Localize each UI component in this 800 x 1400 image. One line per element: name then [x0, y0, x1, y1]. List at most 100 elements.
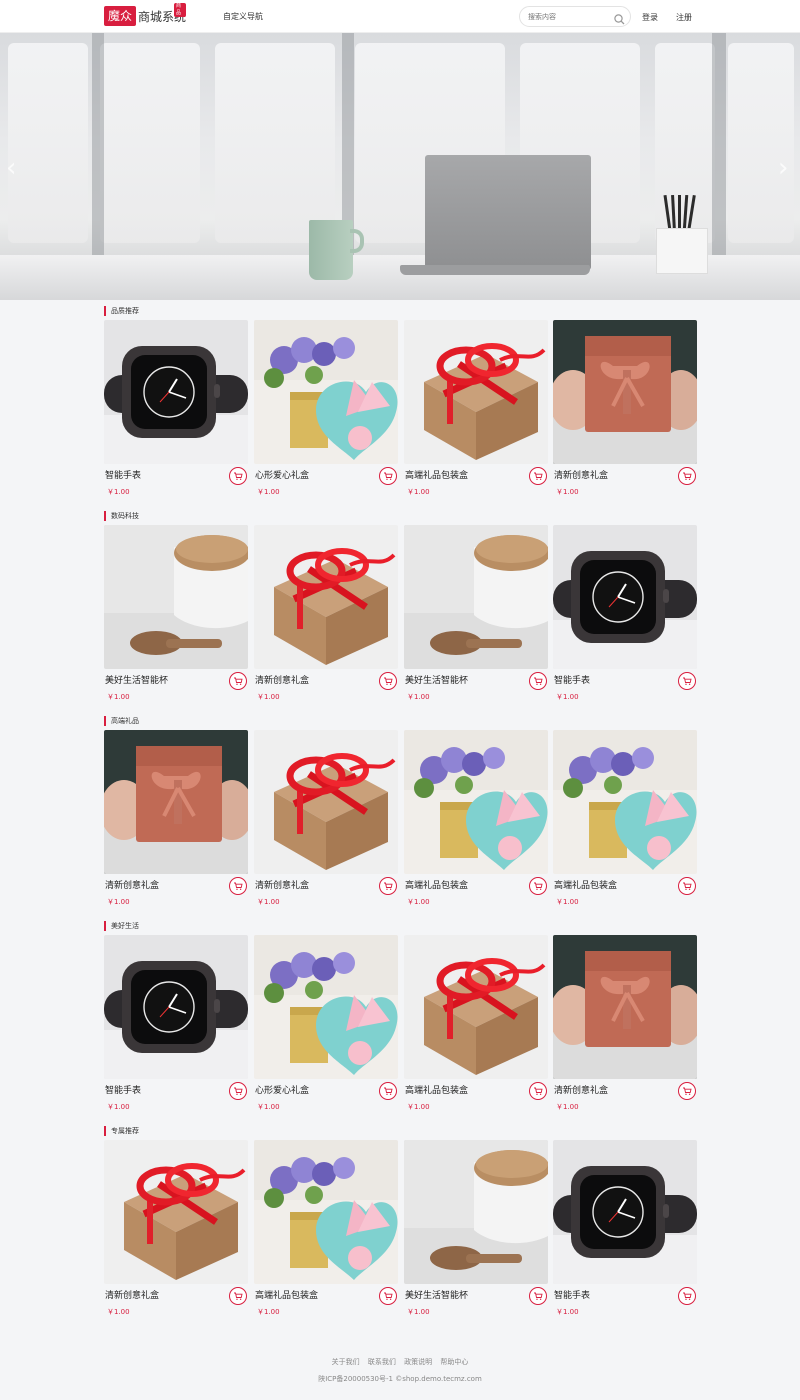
add-to-cart-button[interactable]: [529, 672, 547, 690]
add-to-cart-button[interactable]: [229, 1082, 247, 1100]
add-to-cart-button[interactable]: [229, 877, 247, 895]
product-name[interactable]: 清新创意礼盒: [255, 878, 309, 891]
product-image[interactable]: [254, 1140, 398, 1284]
add-to-cart-button[interactable]: [379, 467, 397, 485]
product-image[interactable]: [254, 935, 398, 1079]
section-title-bar: [104, 306, 106, 316]
add-to-cart-button[interactable]: [379, 672, 397, 690]
add-to-cart-button[interactable]: [678, 467, 696, 485]
product-name[interactable]: 心形爱心礼盒: [255, 468, 309, 481]
product-name[interactable]: 智能手表: [554, 673, 590, 686]
product-name[interactable]: 智能手表: [105, 1083, 141, 1096]
add-to-cart-button[interactable]: [229, 1287, 247, 1305]
add-to-cart-button[interactable]: [678, 1082, 696, 1100]
product-card[interactable]: 智能手表 ￥1.00: [104, 935, 248, 1115]
product-card[interactable]: 高端礼品包装盒 ￥1.00: [553, 730, 697, 910]
product-name[interactable]: 智能手表: [105, 468, 141, 481]
product-card[interactable]: 美好生活智能杯 ￥1.00: [404, 1140, 548, 1320]
product-card[interactable]: 清新创意礼盒 ￥1.00: [104, 1140, 248, 1320]
product-image[interactable]: [404, 525, 548, 669]
product-name[interactable]: 高端礼品包装盒: [405, 1083, 468, 1096]
add-to-cart-button[interactable]: [529, 877, 547, 895]
product-image[interactable]: [104, 730, 248, 874]
footer-icp[interactable]: 陕ICP备20000530号-1 ©shop.demo.tecmz.com: [0, 1374, 800, 1384]
login-link[interactable]: 登录: [642, 12, 658, 23]
product-name[interactable]: 智能手表: [554, 1288, 590, 1301]
footer-link-about[interactable]: 关于我们: [332, 1358, 360, 1366]
register-link[interactable]: 注册: [676, 12, 692, 23]
product-name[interactable]: 清新创意礼盒: [105, 878, 159, 891]
product-image[interactable]: [404, 935, 548, 1079]
footer-link-help[interactable]: 帮助中心: [440, 1358, 468, 1366]
product-card[interactable]: 清新创意礼盒 ￥1.00: [553, 935, 697, 1115]
product-card[interactable]: 清新创意礼盒 ￥1.00: [104, 730, 248, 910]
product-name[interactable]: 高端礼品包装盒: [405, 468, 468, 481]
product-image[interactable]: [553, 525, 697, 669]
product-image[interactable]: [104, 935, 248, 1079]
footer-link-contact[interactable]: 联系我们: [368, 1358, 396, 1366]
product-name[interactable]: 清新创意礼盒: [255, 673, 309, 686]
product-card[interactable]: 高端礼品包装盒 ￥1.00: [404, 320, 548, 500]
product-name[interactable]: 高端礼品包装盒: [255, 1288, 318, 1301]
add-to-cart-button[interactable]: [379, 877, 397, 895]
add-to-cart-button[interactable]: [379, 1082, 397, 1100]
product-image[interactable]: [553, 935, 697, 1079]
product-name[interactable]: 清新创意礼盒: [105, 1288, 159, 1301]
product-card[interactable]: 智能手表 ￥1.00: [104, 320, 248, 500]
product-card[interactable]: 美好生活智能杯 ￥1.00: [104, 525, 248, 705]
product-card[interactable]: 高端礼品包装盒 ￥1.00: [254, 1140, 398, 1320]
product-name[interactable]: 美好生活智能杯: [105, 673, 168, 686]
product-card[interactable]: 美好生活智能杯 ￥1.00: [404, 525, 548, 705]
add-to-cart-button[interactable]: [678, 672, 696, 690]
product-price: ￥1.00: [107, 693, 130, 701]
add-to-cart-button[interactable]: [678, 1287, 696, 1305]
add-to-cart-button[interactable]: [229, 467, 247, 485]
product-image[interactable]: [254, 730, 398, 874]
product-name[interactable]: 高端礼品包装盒: [554, 878, 617, 891]
banner-next-icon[interactable]: ›: [778, 153, 788, 183]
product-card[interactable]: 清新创意礼盒 ￥1.00: [553, 320, 697, 500]
add-to-cart-button[interactable]: [529, 1082, 547, 1100]
product-card[interactable]: 高端礼品包装盒 ￥1.00: [404, 935, 548, 1115]
product-image[interactable]: [404, 1140, 548, 1284]
banner-pencil-holder: [656, 228, 708, 274]
add-to-cart-button[interactable]: [529, 1287, 547, 1305]
product-image[interactable]: [104, 320, 248, 464]
product-name[interactable]: 心形爱心礼盒: [255, 1083, 309, 1096]
product-image[interactable]: [104, 1140, 248, 1284]
product-image[interactable]: [553, 1140, 697, 1284]
product-image[interactable]: [254, 320, 398, 464]
product-grid: 清新创意礼盒 ￥1.00 高端礼品包装盒 ￥1.00 美好生活智能杯 ￥1.00 智能手表 ￥…: [104, 1140, 697, 1320]
hero-banner[interactable]: ‹ ›: [0, 33, 800, 300]
product-name[interactable]: 清新创意礼盒: [554, 468, 608, 481]
product-image[interactable]: [404, 730, 548, 874]
add-to-cart-button[interactable]: [678, 877, 696, 895]
add-to-cart-button[interactable]: [379, 1287, 397, 1305]
product-card[interactable]: 清新创意礼盒 ￥1.00: [254, 730, 398, 910]
product-card[interactable]: 清新创意礼盒 ￥1.00: [254, 525, 398, 705]
product-card[interactable]: 智能手表 ￥1.00: [553, 525, 697, 705]
search-icon[interactable]: [613, 11, 626, 25]
footer-link-policy[interactable]: 政策说明: [404, 1358, 432, 1366]
banner-prev-icon[interactable]: ‹: [6, 153, 16, 183]
banner-window: [728, 43, 794, 243]
product-image[interactable]: [104, 525, 248, 669]
product-card[interactable]: 高端礼品包装盒 ￥1.00: [404, 730, 548, 910]
product-price: ￥1.00: [407, 693, 430, 701]
product-name[interactable]: 清新创意礼盒: [554, 1083, 608, 1096]
product-card[interactable]: 智能手表 ￥1.00: [553, 1140, 697, 1320]
product-name[interactable]: 美好生活智能杯: [405, 673, 468, 686]
search-input[interactable]: [528, 10, 610, 24]
site-logo[interactable]: 魔众 商城系统 商品: [104, 3, 187, 26]
product-image[interactable]: [254, 525, 398, 669]
product-card[interactable]: 心形爱心礼盒 ￥1.00: [254, 935, 398, 1115]
add-to-cart-button[interactable]: [529, 467, 547, 485]
product-image[interactable]: [553, 730, 697, 874]
nav-custom-link[interactable]: 自定义导航: [223, 11, 263, 22]
product-name[interactable]: 高端礼品包装盒: [405, 878, 468, 891]
product-card[interactable]: 心形爱心礼盒 ￥1.00: [254, 320, 398, 500]
product-image[interactable]: [553, 320, 697, 464]
product-image[interactable]: [404, 320, 548, 464]
product-name[interactable]: 美好生活智能杯: [405, 1288, 468, 1301]
add-to-cart-button[interactable]: [229, 672, 247, 690]
